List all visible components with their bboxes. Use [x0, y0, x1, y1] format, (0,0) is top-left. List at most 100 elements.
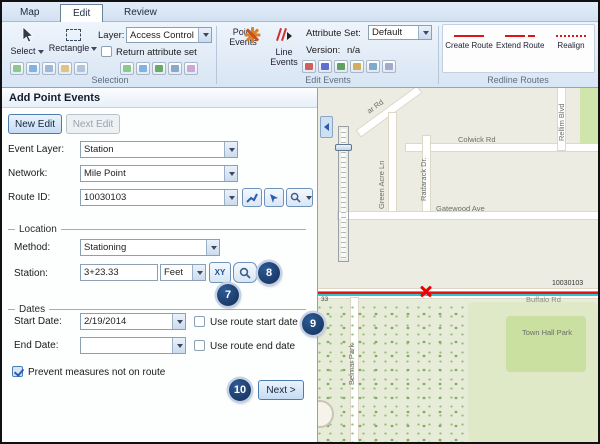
edit-tool-icon[interactable] — [382, 60, 396, 73]
street-label-rellim: Rellim Blvd — [557, 103, 566, 141]
dropdown-arrow-icon[interactable] — [224, 142, 237, 157]
event-layer-dropdown[interactable]: Station — [80, 141, 238, 158]
dropdown-arrow-icon[interactable] — [206, 240, 219, 255]
end-date-label: End Date: — [14, 340, 58, 351]
layer-dropdown-value: Access Control — [127, 30, 198, 41]
attr-tool-icon[interactable] — [136, 62, 150, 75]
select-tool-button[interactable]: Select — [8, 26, 46, 56]
dropdown-arrow-icon[interactable] — [224, 166, 237, 181]
panel-collapse-button[interactable] — [320, 116, 333, 138]
line-events-label: Line Events — [264, 48, 304, 68]
edit-tool-icon[interactable] — [366, 60, 380, 73]
point-events-button[interactable]: Point Events — [222, 26, 264, 48]
street-label-green-acre: Green Acre Ln — [377, 161, 386, 209]
road-gatewood — [338, 212, 598, 219]
station-search-button[interactable] — [233, 262, 257, 283]
attr-tool-icon[interactable] — [120, 62, 134, 75]
attribute-set-dropdown[interactable]: Default — [368, 25, 432, 40]
ribbon-tab-bar: Map Edit Review — [2, 2, 598, 22]
edit-events-group-label: Edit Events — [218, 75, 438, 85]
route-flash-icon — [268, 192, 280, 204]
select-clear-icon[interactable] — [74, 62, 88, 75]
town-hall-park-area — [506, 316, 586, 372]
route-id-combo[interactable]: 10030103 — [80, 189, 238, 206]
end-date-picker[interactable] — [80, 337, 186, 354]
create-route-button[interactable]: Create Route — [445, 30, 493, 50]
select-remove-icon[interactable] — [58, 62, 72, 75]
select-by-polygon-icon[interactable] — [10, 62, 24, 75]
units-value: Feet — [161, 267, 192, 278]
station-tick-label: 33 — [321, 296, 328, 303]
edit-tool-icon[interactable] — [302, 60, 316, 73]
return-attribute-label: Return attribute set — [116, 47, 197, 58]
redline-group-label: Redline Routes — [440, 75, 596, 85]
next-button[interactable]: Next > — [258, 380, 304, 400]
street-label-radarack: Radarack Dr. — [419, 157, 428, 201]
route-id-label: Route ID: — [8, 192, 50, 203]
rectangle-tool-button[interactable]: Rectangle — [48, 26, 98, 53]
select-route-on-map-button[interactable] — [242, 188, 262, 207]
use-route-start-date-checkbox[interactable] — [194, 316, 205, 327]
next-edit-button[interactable]: Next Edit — [66, 114, 120, 134]
redline-route-line — [318, 292, 598, 294]
xy-coordinates-button[interactable]: XY — [209, 262, 231, 283]
magnifier-icon — [239, 267, 251, 279]
edit-tool-icon[interactable] — [350, 60, 364, 73]
panel-title: Add Point Events — [2, 88, 317, 108]
road-green-acre — [389, 113, 396, 219]
street-label-colwick: Colwick Rd — [458, 135, 496, 144]
select-by-line-icon[interactable] — [26, 62, 40, 75]
dropdown-arrow-icon[interactable] — [192, 265, 205, 280]
line-events-icon — [275, 26, 293, 44]
new-edit-button[interactable]: New Edit — [8, 114, 62, 134]
return-attribute-checkbox[interactable] — [101, 46, 112, 57]
select-tool-label: Select — [10, 46, 35, 56]
edit-tool-icon[interactable] — [318, 60, 332, 73]
realign-route-button[interactable]: Realign — [548, 30, 594, 50]
method-dropdown[interactable]: Stationing — [80, 239, 220, 256]
tab-map[interactable]: Map — [8, 4, 51, 22]
ribbon: Select Rectangle Layer: Access Control R… — [2, 22, 598, 88]
route-search-split-button[interactable] — [286, 188, 313, 207]
callout-7: 7 — [217, 284, 239, 306]
edit-tool-icon[interactable] — [334, 60, 348, 73]
network-dropdown[interactable]: Mile Point — [80, 165, 238, 182]
dropdown-arrow-icon[interactable] — [224, 190, 237, 205]
attribute-set-value: Default — [369, 27, 418, 38]
realign-route-icon — [556, 35, 586, 37]
app-window: Map Edit Review Select Rectangle Layer: … — [0, 0, 600, 444]
prevent-measures-checkbox[interactable] — [12, 366, 23, 377]
network-value: Mile Point — [81, 168, 224, 179]
dropdown-arrow-icon[interactable] — [172, 314, 185, 329]
start-date-picker[interactable]: 2/19/2014 — [80, 313, 186, 330]
rectangle-icon — [66, 29, 81, 41]
use-route-start-date-label: Use route start date — [210, 317, 298, 328]
use-route-end-date-checkbox[interactable] — [194, 340, 205, 351]
extend-route-button[interactable]: Extend Route — [496, 30, 544, 50]
attr-tool-icon[interactable] — [168, 62, 182, 75]
dropdown-arrow-icon[interactable] — [198, 28, 211, 42]
rectangle-tool-label: Rectangle — [49, 43, 90, 53]
line-events-button[interactable]: Line Events — [264, 26, 304, 68]
zoom-slider-handle[interactable] — [335, 144, 352, 151]
dropdown-arrow-icon[interactable] — [172, 338, 185, 353]
callout-10: 10 — [229, 379, 251, 401]
layer-dropdown[interactable]: Access Control — [126, 27, 212, 43]
dropdown-arrow-icon[interactable] — [418, 26, 431, 39]
units-dropdown[interactable]: Feet — [160, 264, 206, 281]
select-cursor-icon — [19, 26, 35, 44]
map-canvas[interactable]: ar Rd Colwick Rd Rellim Blvd Green Acre … — [318, 88, 598, 442]
selection-group-label: Selection — [4, 75, 216, 85]
route-locate-button[interactable] — [264, 188, 284, 207]
station-input[interactable]: 3+23.33 — [80, 264, 158, 281]
tab-review[interactable]: Review — [112, 4, 169, 22]
chevron-down-icon — [306, 196, 312, 200]
attr-tool-icon[interactable] — [152, 62, 166, 75]
attr-tool-icon[interactable] — [184, 62, 198, 75]
select-add-icon[interactable] — [42, 62, 56, 75]
tab-edit[interactable]: Edit — [60, 4, 103, 22]
group-divider — [216, 26, 217, 84]
method-label: Method: — [14, 242, 50, 253]
start-date-value: 2/19/2014 — [81, 316, 172, 327]
callout-8: 8 — [258, 262, 280, 284]
